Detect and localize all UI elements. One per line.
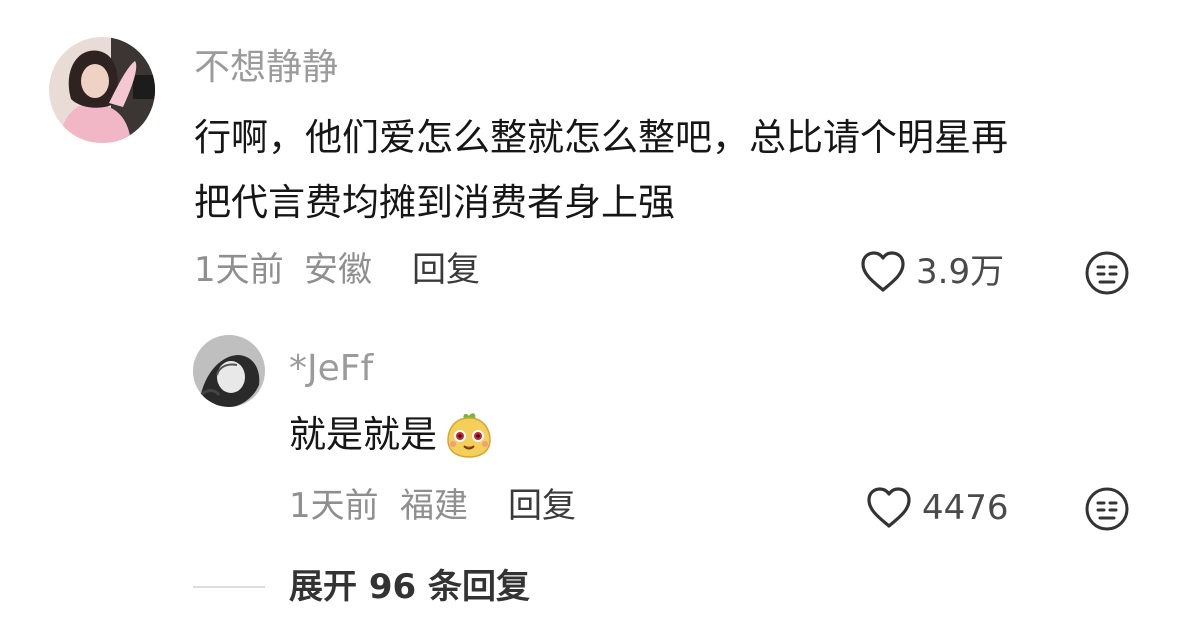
heart-outline-icon	[867, 487, 911, 528]
meh-face-icon[interactable]	[1084, 486, 1130, 532]
reply-username[interactable]: *JeFf	[289, 345, 373, 393]
reply-text: 就是就是	[289, 413, 437, 456]
reply-location: 福建	[400, 486, 468, 526]
reply-time: 1天前	[289, 486, 379, 526]
reply-like-button[interactable]: 4476	[866, 484, 1036, 532]
reply-reply-button[interactable]: 回复	[508, 482, 576, 530]
comment-text-line-2: 把代言费均摊到消费者身上强	[194, 181, 675, 224]
comment-location: 安徽	[304, 250, 372, 290]
comment-text-line-1: 行啊，他们爱怎么整就怎么整吧，总比请个明星再	[194, 116, 1008, 159]
meh-face-icon[interactable]	[1084, 250, 1130, 296]
reply-avatar[interactable]	[193, 335, 265, 407]
reply-content: 就是就是	[289, 410, 494, 462]
comment-username[interactable]: 不想静静	[194, 44, 338, 92]
yellow-fruit-emoji-icon	[447, 413, 491, 458]
expand-replies-button[interactable]: 展开 96 条回复	[289, 563, 530, 611]
avatar-image	[193, 335, 265, 407]
avatar-image	[49, 37, 155, 143]
comment-like-button[interactable]: 3.9万	[860, 248, 1030, 296]
expand-divider-line	[193, 586, 265, 588]
reply-like-count: 4476	[922, 488, 1009, 528]
comment-reply-button[interactable]: 回复	[412, 246, 480, 294]
comment-like-count: 3.9万	[916, 252, 1005, 292]
heart-outline-icon	[861, 251, 905, 292]
comment-avatar[interactable]	[49, 37, 155, 143]
comment-time: 1天前	[194, 250, 284, 290]
